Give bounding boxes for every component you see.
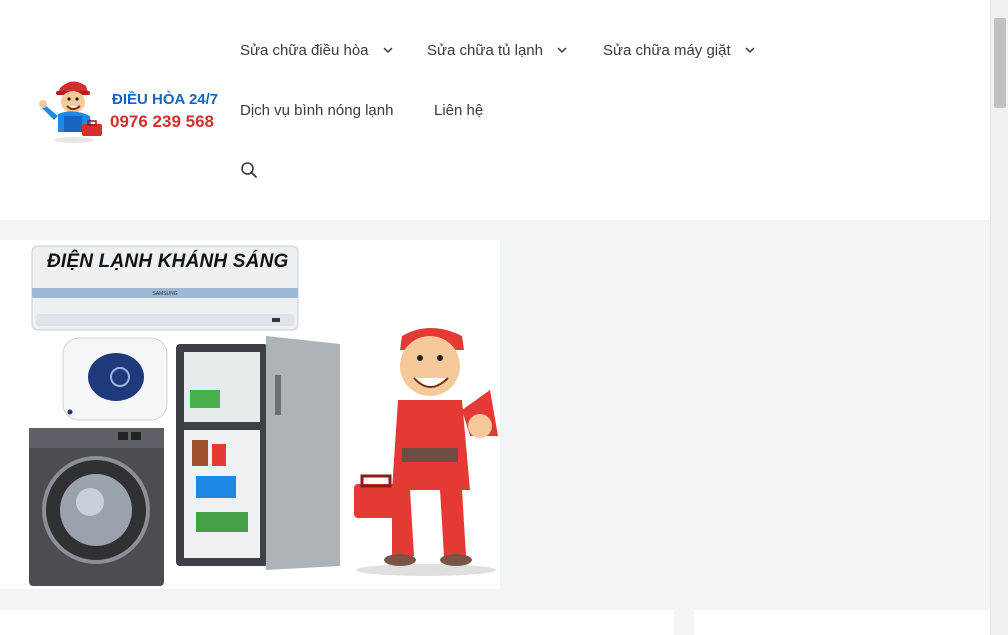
- content-card: [0, 610, 674, 635]
- search-icon: [241, 162, 257, 178]
- nav-item-label: Sửa chữa máy giặt: [603, 41, 731, 59]
- nav-item-water-heater-service[interactable]: Dịch vụ bình nóng lạnh: [240, 80, 393, 140]
- nav-item-fridge-repair[interactable]: Sửa chữa tủ lạnh: [427, 20, 567, 80]
- refrigerator-icon: [176, 336, 340, 570]
- search-button[interactable]: [234, 152, 264, 188]
- site-header: ĐIỀU HÒA 24/7 0976 239 568 Sửa chữa điều…: [0, 0, 990, 220]
- chevron-down-icon: [557, 47, 567, 54]
- scrollbar-thumb[interactable]: [994, 18, 1006, 108]
- nav-item-contact[interactable]: Liên hệ: [434, 80, 483, 140]
- banner-illustration: SAMSUNG: [29, 245, 498, 586]
- hero-banner: SAMSUNG ĐIỆN LẠNH KHÁNH SÁNG: [0, 240, 500, 589]
- repairman-illustration-icon: [354, 328, 498, 576]
- banner-title: ĐIỆN LẠNH KHÁNH SÁNG: [47, 251, 289, 272]
- nav-item-ac-repair[interactable]: Sửa chữa điều hòa: [240, 20, 393, 80]
- repairman-mascot-icon: [39, 81, 102, 143]
- ac-brand-label: SAMSUNG: [152, 291, 177, 297]
- nav-item-washer-repair[interactable]: Sửa chữa máy giặt: [603, 20, 755, 80]
- nav-item-label: Sửa chữa điều hòa: [240, 41, 369, 59]
- washing-machine-icon: [29, 428, 164, 586]
- site-logo[interactable]: ĐIỀU HÒA 24/7 0976 239 568: [38, 78, 223, 144]
- sidebar-card: [694, 610, 990, 635]
- nav-item-label: Dịch vụ bình nóng lạnh: [240, 101, 394, 119]
- logo-phone: 0976 239 568: [110, 112, 214, 131]
- chevron-down-icon: [382, 47, 393, 54]
- chevron-down-icon: [745, 47, 755, 54]
- nav-item-label: Sửa chữa tủ lạnh: [427, 41, 543, 59]
- nav-item-label: Liên hệ: [434, 101, 484, 119]
- water-heater-icon: [62, 337, 168, 421]
- logo-title: ĐIỀU HÒA 24/7: [112, 91, 219, 108]
- page-scrollbar[interactable]: [990, 0, 1008, 635]
